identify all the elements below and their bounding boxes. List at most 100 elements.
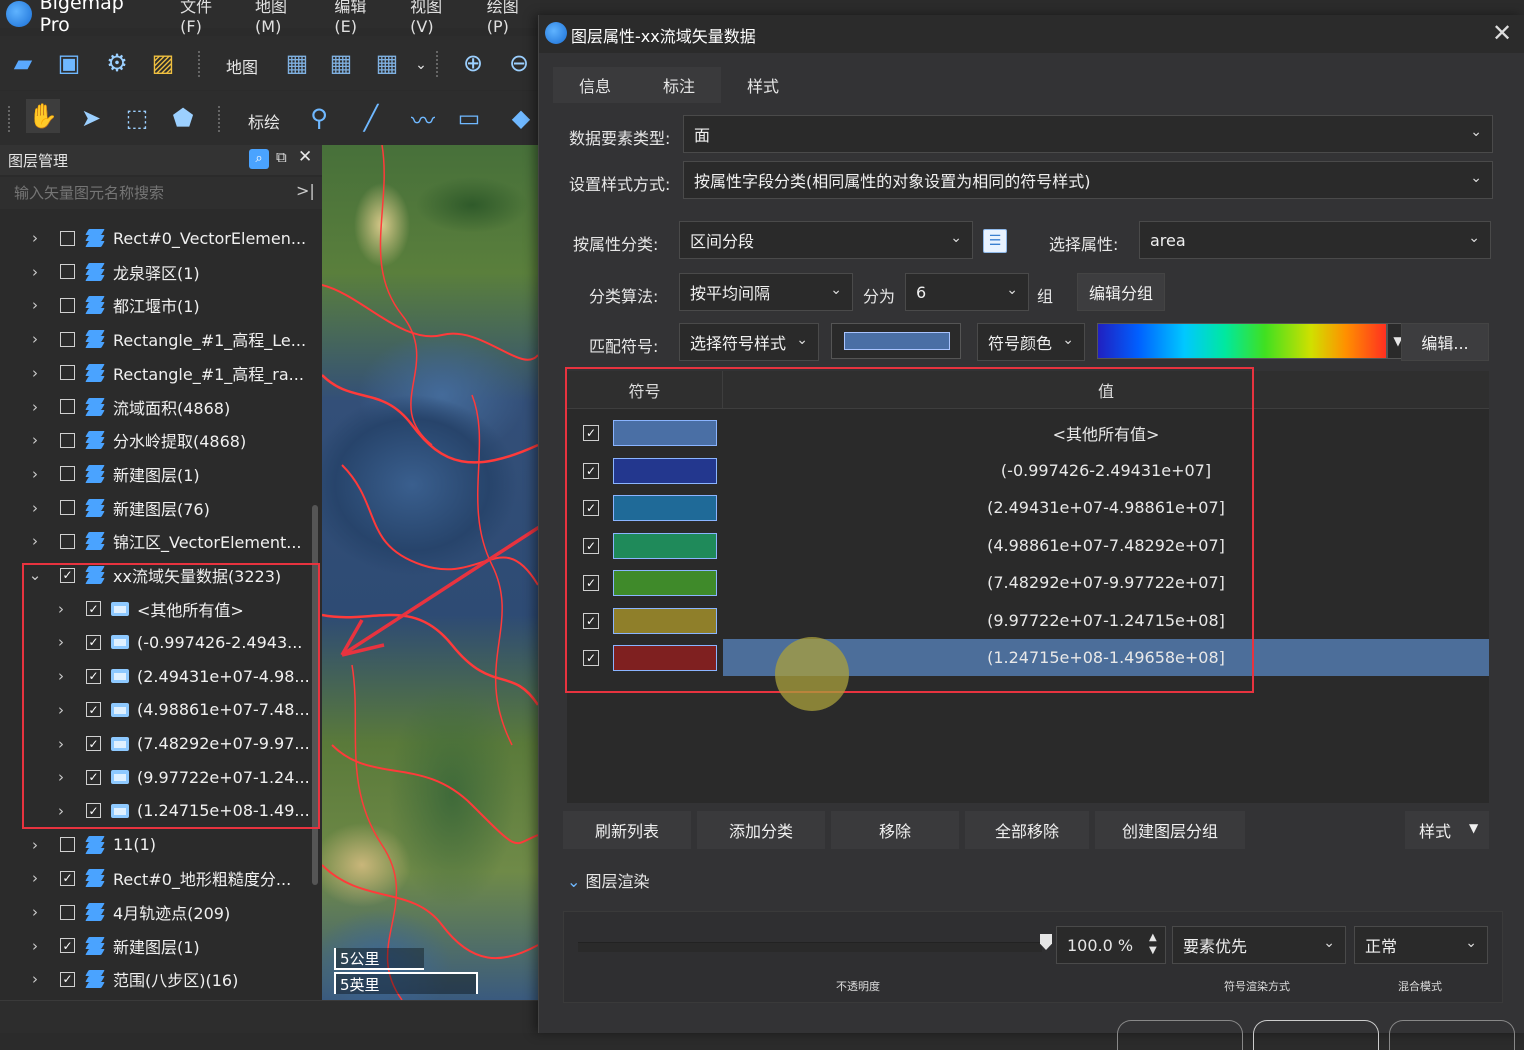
blend-mode-select[interactable]: 正常 ⌄ xyxy=(1354,926,1488,964)
opacity-spinbox[interactable]: 100.0 % ▲ ▼ xyxy=(1056,926,1166,964)
layer-visibility-checkbox[interactable] xyxy=(60,432,75,448)
symbol-style-select[interactable]: 选择符号样式 ⌄ xyxy=(679,323,819,361)
pan-hand-icon[interactable]: ✋ xyxy=(26,99,60,133)
refresh-list-button[interactable]: 刷新列表 xyxy=(563,811,691,849)
layer-visibility-checkbox[interactable] xyxy=(60,837,75,853)
layer-visibility-checkbox[interactable] xyxy=(60,904,75,920)
render-section-title[interactable]: ⌄ 图层渲染 xyxy=(567,868,650,892)
tab-style[interactable]: 样式 xyxy=(721,67,805,103)
zoom-out-icon[interactable]: ⊖ xyxy=(502,46,536,80)
close-icon[interactable]: ✕ xyxy=(298,147,312,167)
layer-tree-item[interactable]: › 11(1) xyxy=(28,830,156,860)
layer-tree-item[interactable]: › Rectangle_#1_高程_Le... xyxy=(28,324,306,354)
map-source-3-icon[interactable]: ▦ xyxy=(370,46,404,80)
remove-button[interactable]: 移除 xyxy=(831,811,959,849)
layer-visibility-checkbox[interactable] xyxy=(60,500,75,516)
polygon-draw-icon[interactable]: ◆ xyxy=(504,101,538,135)
polyline-draw-icon[interactable]: 〰 xyxy=(406,101,440,135)
layer-visibility-checkbox[interactable] xyxy=(60,365,75,381)
create-layer-group-button[interactable]: 创建图层分组 xyxy=(1095,811,1245,849)
layer-tree-item[interactable]: › 龙泉驿区(1) xyxy=(28,257,200,287)
footer-button-edge[interactable] xyxy=(1253,1020,1379,1050)
chevron-right-icon[interactable]: › xyxy=(28,970,42,988)
menu-draw[interactable]: 绘图(P) xyxy=(487,0,540,36)
layer-tree-item[interactable]: › 分水岭提取(4868) xyxy=(28,425,246,455)
render-mode-select[interactable]: 要素优先 ⌄ xyxy=(1172,926,1346,964)
algorithm-select[interactable]: 按平均间隔 ⌄ xyxy=(679,273,853,311)
layer-visibility-checkbox[interactable] xyxy=(60,297,75,313)
layer-visibility-checkbox[interactable] xyxy=(60,230,75,246)
chevron-right-icon[interactable]: › xyxy=(28,229,42,247)
polygon-select-icon[interactable]: ⬟ xyxy=(166,101,200,135)
field-list-icon[interactable]: ☰ xyxy=(983,229,1007,253)
image-icon[interactable]: ▨ xyxy=(146,46,180,80)
menu-edit[interactable]: 编辑(E) xyxy=(334,0,388,36)
symbol-style-preview[interactable] xyxy=(831,323,961,359)
layer-visibility-checkbox[interactable]: ✓ xyxy=(60,870,75,886)
chevron-right-icon[interactable]: › xyxy=(28,465,42,483)
remove-all-button[interactable]: 全部移除 xyxy=(965,811,1089,849)
menu-map[interactable]: 地图(M) xyxy=(255,0,312,36)
layer-visibility-checkbox[interactable] xyxy=(60,331,75,347)
group-count-select[interactable]: 6 ⌄ xyxy=(905,273,1029,311)
layer-tree-item[interactable]: › 锦江区_VectorElement... xyxy=(28,526,302,556)
style-method-select[interactable]: 按属性字段分类(相同属性的对象设置为相同的符号样式) ⌄ xyxy=(683,161,1493,199)
footer-button-edge[interactable] xyxy=(1389,1020,1515,1050)
map-source-2-icon[interactable]: ▦ xyxy=(324,46,358,80)
layer-tree-item[interactable]: › ✓ 范围(八步区)(16) xyxy=(28,964,238,994)
select-attribute-select[interactable]: area ⌄ xyxy=(1139,221,1491,259)
edit-group-button[interactable]: 编辑分组 xyxy=(1077,273,1165,311)
layer-tree-item[interactable]: › 都江堰市(1) xyxy=(28,290,200,320)
menu-file[interactable]: 文件(F) xyxy=(180,0,233,36)
feature-type-select[interactable]: 面 ⌄ xyxy=(683,115,1493,153)
chevron-right-icon[interactable]: › xyxy=(28,296,42,314)
layer-search-input[interactable] xyxy=(6,181,286,205)
rect-select-icon[interactable]: ⬚ xyxy=(120,101,154,135)
chevron-right-icon[interactable]: › xyxy=(28,263,42,281)
tab-info[interactable]: 信息 xyxy=(553,67,637,103)
layer-visibility-checkbox[interactable] xyxy=(60,399,75,414)
color-ramp-preview[interactable] xyxy=(1097,323,1387,359)
layer-tree-item[interactable]: › Rect#0_VectorElemen... xyxy=(28,223,306,253)
layer-visibility-checkbox[interactable]: ✓ xyxy=(60,971,75,987)
chevron-right-icon[interactable]: › xyxy=(28,903,42,921)
menu-view[interactable]: 视图(V) xyxy=(410,0,465,36)
layer-tree-item[interactable]: › Rectangle_#1_高程_ra... xyxy=(28,358,304,388)
style-menu-button[interactable]: 样式 ▼ xyxy=(1405,811,1489,849)
layer-visibility-checkbox[interactable]: ✓ xyxy=(60,938,75,954)
chevron-right-icon[interactable]: › xyxy=(28,532,42,550)
spin-arrows-icon[interactable]: ▲ ▼ xyxy=(1149,931,1157,957)
chevron-right-icon[interactable]: › xyxy=(28,937,42,955)
layer-visibility-checkbox[interactable] xyxy=(60,466,75,482)
select-arrow-icon[interactable]: ➤ xyxy=(74,101,108,135)
zoom-in-icon[interactable]: ⊕ xyxy=(456,46,490,80)
edit-ramp-button[interactable]: 编辑... xyxy=(1401,323,1489,361)
chevron-right-icon[interactable]: › xyxy=(28,398,42,416)
line-draw-icon[interactable]: ╱ xyxy=(354,101,388,135)
layer-tree-item[interactable]: › 新建图层(1) xyxy=(28,459,200,489)
float-window-icon[interactable]: ⧉ xyxy=(276,148,287,166)
footer-button-edge[interactable] xyxy=(1117,1020,1243,1050)
layer-visibility-checkbox[interactable] xyxy=(60,533,75,549)
chevron-right-icon[interactable]: › xyxy=(28,499,42,517)
layer-tree-item[interactable]: › 4月轨迹点(209) xyxy=(28,897,230,927)
rectangle-draw-icon[interactable]: ▭ xyxy=(452,101,486,135)
map-view[interactable] xyxy=(322,145,538,1000)
open-folder-icon[interactable]: ▰ xyxy=(6,46,40,80)
tab-label[interactable]: 标注 xyxy=(637,67,721,103)
layer-tree-item[interactable]: › 新建图层(76) xyxy=(28,493,210,523)
collapse-panel-icon[interactable]: >| xyxy=(296,181,315,200)
marker-pin-icon[interactable]: ⚲ xyxy=(302,101,336,135)
layer-tree-item[interactable]: › ✓ Rect#0_地形粗糙度分... xyxy=(28,863,291,893)
symbol-color-select[interactable]: 符号颜色 ⌄ xyxy=(977,323,1085,361)
search-icon[interactable]: ⌕ xyxy=(249,149,269,169)
map-source-dropdown-icon[interactable]: ⌄ xyxy=(404,48,438,82)
layer-visibility-checkbox[interactable] xyxy=(60,264,75,280)
classify-select[interactable]: 区间分段 ⌄ xyxy=(679,221,973,259)
opacity-slider-track[interactable] xyxy=(578,942,1042,952)
layer-tree-item[interactable]: › ✓ 新建图层(1) xyxy=(28,931,200,961)
map-source-1-icon[interactable]: ▦ xyxy=(280,46,314,80)
chevron-right-icon[interactable]: › xyxy=(28,836,42,854)
dialog-close-icon[interactable]: ✕ xyxy=(1489,20,1515,46)
layer-tree-item[interactable]: › 流域面积(4868) xyxy=(28,392,230,422)
